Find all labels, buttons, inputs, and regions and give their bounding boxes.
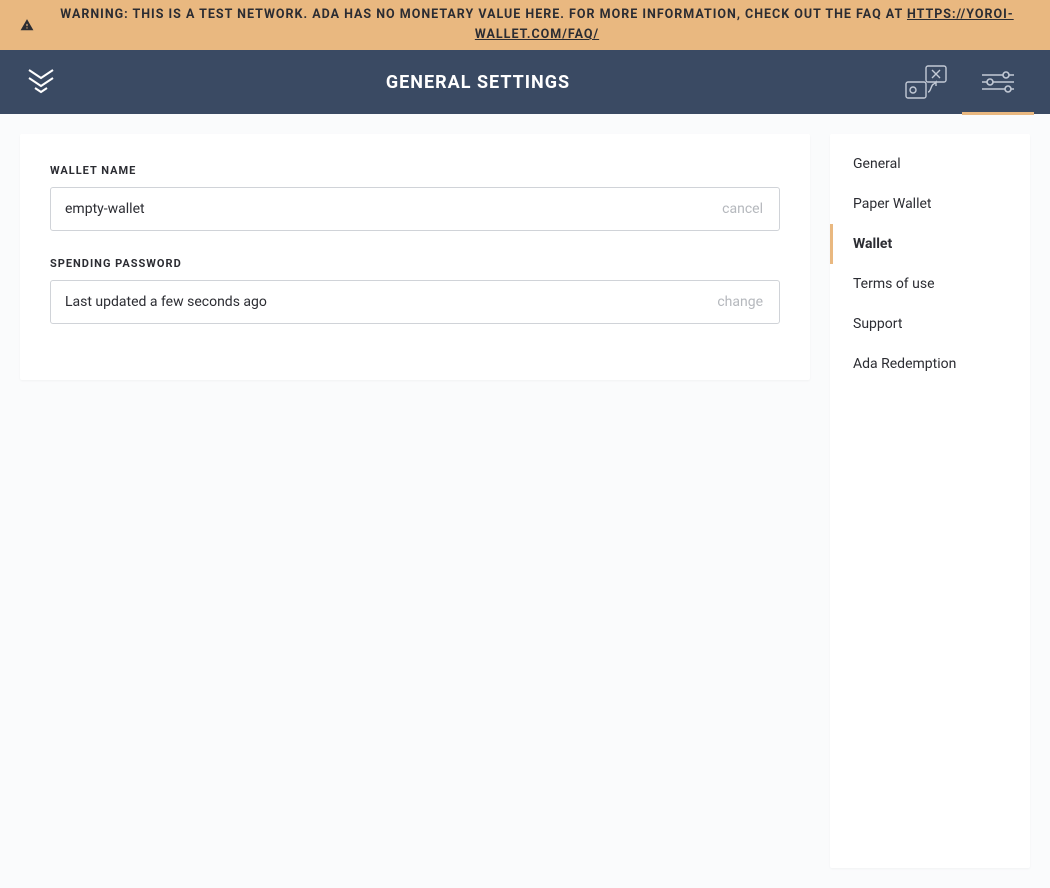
sidebar-item-terms-of-use[interactable]: Terms of use xyxy=(830,264,1030,304)
spending-password-label: SPENDING PASSWORD xyxy=(50,257,780,270)
settings-icon[interactable] xyxy=(962,50,1034,114)
warning-text: WARNING: THIS IS A TEST NETWORK. ADA HAS… xyxy=(60,7,907,22)
sidebar-item-ada-redemption[interactable]: Ada Redemption xyxy=(830,344,1030,384)
sidebar-item-wallet[interactable]: Wallet xyxy=(830,224,1030,264)
warning-icon xyxy=(20,18,34,32)
testnet-warning-banner: WARNING: THIS IS A TEST NETWORK. ADA HAS… xyxy=(0,0,1050,50)
wallet-name-label: WALLET NAME xyxy=(50,164,780,177)
sidebar-item-support[interactable]: Support xyxy=(830,304,1030,344)
spending-password-change-button[interactable]: change xyxy=(715,294,765,310)
settings-panel: WALLET NAME cancel SPENDING PASSWORD Las… xyxy=(20,134,810,380)
nav-bar: GENERAL SETTINGS xyxy=(0,50,1050,114)
settings-sidebar: General Paper Wallet Wallet Terms of use… xyxy=(830,134,1030,868)
wallet-name-field-row: cancel xyxy=(50,187,780,231)
page-title: GENERAL SETTINGS xyxy=(66,72,890,93)
spending-password-field-row: Last updated a few seconds ago change xyxy=(50,280,780,324)
wallet-name-input[interactable] xyxy=(65,201,720,217)
wallet-transfer-icon[interactable] xyxy=(890,50,962,114)
sidebar-item-paper-wallet[interactable]: Paper Wallet xyxy=(830,184,1030,224)
logo-icon[interactable] xyxy=(16,66,66,98)
spending-password-status: Last updated a few seconds ago xyxy=(65,294,715,310)
wallet-name-cancel-button[interactable]: cancel xyxy=(720,201,765,217)
sidebar-item-general[interactable]: General xyxy=(830,144,1030,184)
